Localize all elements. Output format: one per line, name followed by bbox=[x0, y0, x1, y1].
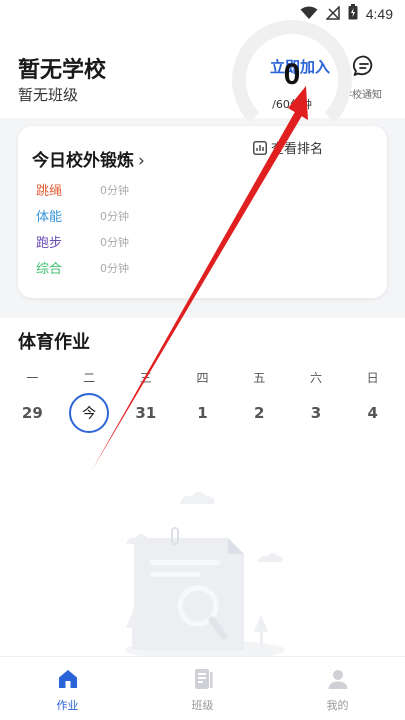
weekday-label: 一 bbox=[26, 371, 39, 385]
status-time: 4:49 bbox=[365, 6, 393, 22]
gauge-value: 0 bbox=[283, 58, 301, 91]
chevron-right-icon: › bbox=[138, 151, 145, 171]
outdoor-exercise-card: 今日校外锻炼 › 跳绳 0分钟 体能 0分钟 跑步 0分钟 综合 0分钟 bbox=[18, 126, 387, 298]
gauge-goal: /60分钟 bbox=[272, 98, 312, 111]
bar-chart-icon bbox=[253, 140, 267, 155]
school-notice-button[interactable] bbox=[352, 54, 376, 78]
empty-state-illustration bbox=[125, 492, 285, 656]
date-item[interactable]: 31 bbox=[117, 398, 174, 428]
tab-profile[interactable]: 我的 bbox=[270, 657, 405, 720]
weekday-label: 四 bbox=[196, 371, 209, 385]
metric-label: 体能 bbox=[36, 210, 63, 225]
date-label: 29 bbox=[21, 404, 43, 422]
view-ranking-button[interactable]: 查看排名 bbox=[253, 138, 323, 157]
tab-label: 作业 bbox=[56, 699, 79, 712]
metric-label: 跑步 bbox=[36, 236, 63, 251]
metric-jump-rope: 跳绳 0分钟 bbox=[36, 180, 129, 200]
weekday-label: 五 bbox=[253, 371, 266, 385]
date-label: 今 bbox=[69, 393, 110, 433]
tab-homework[interactable]: 作业 bbox=[0, 657, 135, 720]
weekday-label: 六 bbox=[309, 371, 322, 385]
tab-label: 我的 bbox=[326, 699, 349, 712]
home-icon bbox=[58, 670, 77, 688]
date-label: 2 bbox=[254, 404, 265, 422]
weekday-label: 三 bbox=[139, 371, 152, 385]
profile-icon bbox=[328, 670, 347, 689]
tab-label: 班级 bbox=[191, 699, 214, 712]
date-item[interactable]: 1 bbox=[174, 398, 231, 428]
metric-value: 0分钟 bbox=[100, 209, 129, 223]
date-item[interactable]: 29 bbox=[4, 398, 61, 428]
exercise-card-title[interactable]: 今日校外锻炼 › bbox=[32, 146, 145, 171]
class-icon bbox=[194, 669, 212, 689]
class-name: 暂无班级 bbox=[18, 86, 79, 104]
chat-icon bbox=[352, 55, 373, 76]
exercise-card-title-text: 今日校外锻炼 bbox=[32, 151, 134, 171]
view-ranking-label: 查看排名 bbox=[271, 142, 324, 157]
metric-value: 0分钟 bbox=[100, 183, 129, 197]
weekday-row: 一 二 三 四 五 六 日 bbox=[4, 369, 401, 386]
metric-comprehensive: 综合 0分钟 bbox=[36, 258, 129, 278]
school-name: 暂无学校 bbox=[18, 58, 107, 83]
date-item[interactable]: 3 bbox=[288, 398, 345, 428]
date-item-today[interactable]: 今 bbox=[61, 393, 118, 433]
tab-class[interactable]: 班级 bbox=[135, 657, 270, 720]
date-label: 1 bbox=[197, 404, 208, 422]
metric-label: 综合 bbox=[36, 262, 63, 277]
date-item[interactable]: 2 bbox=[231, 398, 288, 428]
date-label: 31 bbox=[135, 404, 157, 422]
date-label: 3 bbox=[310, 404, 322, 422]
date-row: 29 今 31 1 2 3 4 bbox=[4, 393, 401, 433]
pe-homework-title: 体育作业 bbox=[18, 332, 90, 353]
date-label: 4 bbox=[367, 404, 378, 422]
date-item[interactable]: 4 bbox=[344, 398, 401, 428]
metric-value: 0分钟 bbox=[100, 261, 129, 275]
metric-fitness: 体能 0分钟 bbox=[36, 206, 129, 226]
metric-running: 跑步 0分钟 bbox=[36, 232, 129, 252]
metric-label: 跳绳 bbox=[36, 184, 63, 199]
metric-value: 0分钟 bbox=[100, 235, 129, 249]
weekday-label: 二 bbox=[83, 371, 96, 385]
bottom-tab-bar: 作业 班级 我的 bbox=[0, 656, 405, 720]
weekday-label: 日 bbox=[366, 371, 379, 385]
